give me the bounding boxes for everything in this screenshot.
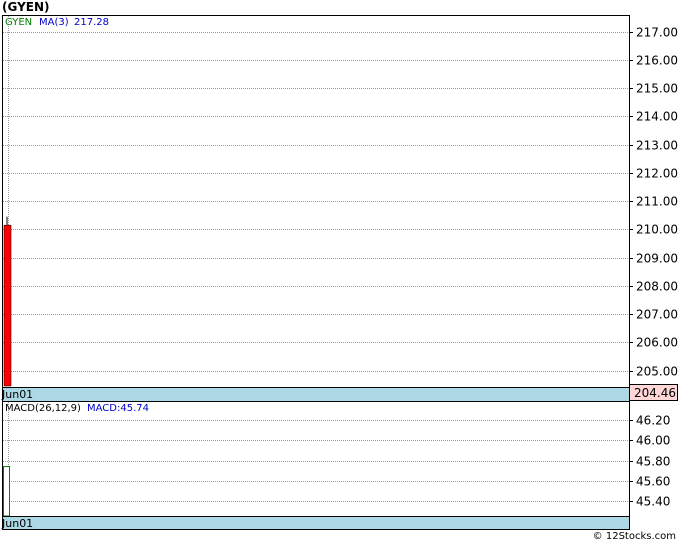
price-date-bar xyxy=(2,387,630,402)
price-tick-label: 213.00 xyxy=(636,139,678,153)
legend-ma-value: 217.28 xyxy=(74,17,109,28)
price-tick-label: 211.00 xyxy=(636,195,678,209)
macd-tick-label: 45.60 xyxy=(636,475,670,489)
price-tick-label: 207.00 xyxy=(636,308,678,322)
macd-tick-label: 46.00 xyxy=(636,434,670,448)
price-tick-label: 215.00 xyxy=(636,82,678,96)
macd-legend-value: MACD:45.74 xyxy=(87,403,149,414)
footer-credit: © 12Stocks.com xyxy=(592,531,676,542)
price-tick-label: 208.00 xyxy=(636,280,678,294)
price-tick-label: 216.00 xyxy=(636,54,678,68)
macd-tick-label: 46.20 xyxy=(636,414,670,428)
macd-legend-label: MACD(26,12,9) xyxy=(5,403,81,414)
macd-bars xyxy=(3,466,10,517)
price-tick-label: 214.00 xyxy=(636,110,678,124)
price-tick-label: 217.00 xyxy=(636,26,678,40)
legend-symbol: GYEN xyxy=(5,17,32,28)
price-tick-label: 212.00 xyxy=(636,167,678,181)
macd-axis: 45.40 45.60 45.80 46.00 46.20 xyxy=(629,414,670,509)
macd-tick-label: 45.80 xyxy=(636,455,670,469)
chart-canvas: 205.00 206.00 207.00 208.00 209.00 210.00 211.… xyxy=(1,15,678,530)
price-tick-label: 205.00 xyxy=(636,365,678,379)
macd-date-label: Jun01 xyxy=(1,517,33,530)
price-tick-label: 209.00 xyxy=(636,252,678,266)
price-date-label: Jun01 xyxy=(1,388,33,401)
price-tick-label: 210.00 xyxy=(636,223,678,237)
price-candles xyxy=(3,216,12,387)
last-price-label: 204.46 xyxy=(634,386,676,400)
price-tick-label: 206.00 xyxy=(636,336,678,350)
legend-ma-label: MA(3) xyxy=(39,17,69,28)
candle-body xyxy=(3,224,12,387)
macd-bar xyxy=(3,466,10,517)
price-axis: 205.00 206.00 207.00 208.00 209.00 210.00 211.… xyxy=(629,26,678,379)
macd-panel-frame xyxy=(2,401,630,517)
macd-tick-label: 45.40 xyxy=(636,495,670,509)
macd-date-bar xyxy=(2,516,630,530)
